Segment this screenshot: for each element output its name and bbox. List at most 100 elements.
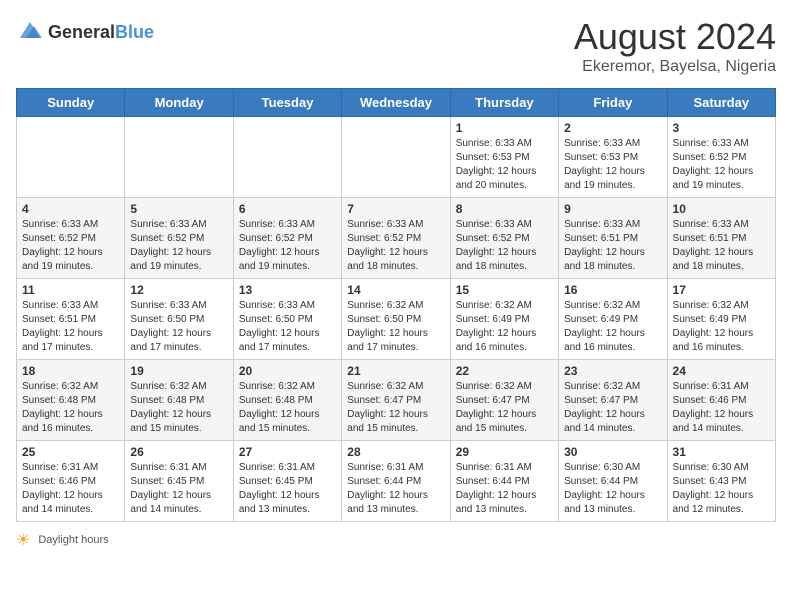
calendar-cell: 31 Sunrise: 6:30 AM Sunset: 6:43 PM Dayli… xyxy=(667,441,775,522)
day-info: Sunrise: 6:32 AM Sunset: 6:48 PM Dayligh… xyxy=(22,381,103,434)
calendar-cell: 20 Sunrise: 6:32 AM Sunset: 6:48 PM Dayli… xyxy=(233,360,341,441)
calendar-cell: 24 Sunrise: 6:31 AM Sunset: 6:46 PM Dayli… xyxy=(667,360,775,441)
daylight-label: Daylight hours xyxy=(38,534,108,546)
day-number: 28 xyxy=(347,445,444,459)
day-number: 17 xyxy=(673,283,770,297)
day-header-saturday: Saturday xyxy=(667,89,775,117)
location: Ekeremor, Bayelsa, Nigeria xyxy=(574,58,776,76)
calendar-week-row: 1Sunrise: 6:33 AM Sunset: 6:53 PM Daylig… xyxy=(17,117,776,198)
calendar-week-row: 11Sunrise: 6:33 AM Sunset: 6:51 PM Dayli… xyxy=(17,279,776,360)
calendar-cell: 4Sunrise: 6:33 AM Sunset: 6:52 PM Daylig… xyxy=(17,198,125,279)
calendar-cell: 23 Sunrise: 6:32 AM Sunset: 6:47 PM Dayli… xyxy=(559,360,667,441)
calendar-cell: 27 Sunrise: 6:31 AM Sunset: 6:45 PM Dayli… xyxy=(233,441,341,522)
day-number: 9 xyxy=(564,202,661,216)
day-info: Sunrise: 6:33 AM Sunset: 6:53 PM Dayligh… xyxy=(456,138,537,191)
day-number: 29 xyxy=(456,445,553,459)
day-number: 20 xyxy=(239,364,336,378)
day-number: 11 xyxy=(22,283,119,297)
calendar-cell: 25Sunrise: 6:31 AM Sunset: 6:46 PM Dayli… xyxy=(17,441,125,522)
calendar-cell: 11Sunrise: 6:33 AM Sunset: 6:51 PM Dayli… xyxy=(17,279,125,360)
day-number: 15 xyxy=(456,283,553,297)
footer: ☀ Daylight hours xyxy=(16,530,776,550)
day-info: Sunrise: 6:32 AM Sunset: 6:47 PM Dayligh… xyxy=(564,381,645,434)
calendar-cell: 7 Sunrise: 6:33 AM Sunset: 6:52 PM Daylig… xyxy=(342,198,450,279)
day-header-tuesday: Tuesday xyxy=(233,89,341,117)
day-info: Sunrise: 6:32 AM Sunset: 6:47 PM Dayligh… xyxy=(347,381,428,434)
calendar-cell xyxy=(17,117,125,198)
day-info: Sunrise: 6:33 AM Sunset: 6:52 PM Dayligh… xyxy=(130,219,211,272)
day-number: 3 xyxy=(673,121,770,135)
day-info: Sunrise: 6:32 AM Sunset: 6:47 PM Dayligh… xyxy=(456,381,537,434)
day-number: 8 xyxy=(456,202,553,216)
day-info: Sunrise: 6:32 AM Sunset: 6:48 PM Dayligh… xyxy=(239,381,320,434)
day-info: Sunrise: 6:31 AM Sunset: 6:45 PM Dayligh… xyxy=(239,462,320,515)
day-info: Sunrise: 6:33 AM Sunset: 6:52 PM Dayligh… xyxy=(239,219,320,272)
calendar-cell: 17 Sunrise: 6:32 AM Sunset: 6:49 PM Dayli… xyxy=(667,279,775,360)
calendar-cell: 1Sunrise: 6:33 AM Sunset: 6:53 PM Daylig… xyxy=(450,117,558,198)
logo: GeneralBlue xyxy=(16,16,154,49)
day-number: 10 xyxy=(673,202,770,216)
day-info: Sunrise: 6:31 AM Sunset: 6:45 PM Dayligh… xyxy=(130,462,211,515)
day-info: Sunrise: 6:30 AM Sunset: 6:43 PM Dayligh… xyxy=(673,462,754,515)
calendar-cell: 21Sunrise: 6:32 AM Sunset: 6:47 PM Dayli… xyxy=(342,360,450,441)
calendar-cell: 14Sunrise: 6:32 AM Sunset: 6:50 PM Dayli… xyxy=(342,279,450,360)
calendar-cell: 22 Sunrise: 6:32 AM Sunset: 6:47 PM Dayli… xyxy=(450,360,558,441)
calendar-cell: 30 Sunrise: 6:30 AM Sunset: 6:44 PM Dayli… xyxy=(559,441,667,522)
day-number: 7 xyxy=(347,202,444,216)
day-number: 16 xyxy=(564,283,661,297)
day-header-monday: Monday xyxy=(125,89,233,117)
month-year: August 2024 xyxy=(574,16,776,58)
day-info: Sunrise: 6:30 AM Sunset: 6:44 PM Dayligh… xyxy=(564,462,645,515)
title-area: August 2024 Ekeremor, Bayelsa, Nigeria xyxy=(574,16,776,76)
day-number: 13 xyxy=(239,283,336,297)
day-number: 6 xyxy=(239,202,336,216)
calendar-cell: 6 Sunrise: 6:33 AM Sunset: 6:52 PM Daylig… xyxy=(233,198,341,279)
day-number: 31 xyxy=(673,445,770,459)
day-number: 19 xyxy=(130,364,227,378)
day-number: 22 xyxy=(456,364,553,378)
day-info: Sunrise: 6:33 AM Sunset: 6:52 PM Dayligh… xyxy=(673,138,754,191)
calendar-cell: 28 Sunrise: 6:31 AM Sunset: 6:44 PM Dayli… xyxy=(342,441,450,522)
day-number: 24 xyxy=(673,364,770,378)
calendar-header-row: SundayMondayTuesdayWednesdayThursdayFrid… xyxy=(17,89,776,117)
day-info: Sunrise: 6:32 AM Sunset: 6:50 PM Dayligh… xyxy=(347,300,428,353)
calendar-week-row: 18 Sunrise: 6:32 AM Sunset: 6:48 PM Dayli… xyxy=(17,360,776,441)
day-info: Sunrise: 6:32 AM Sunset: 6:49 PM Dayligh… xyxy=(564,300,645,353)
logo-general-text: General xyxy=(48,22,115,42)
calendar-cell: 2Sunrise: 6:33 AM Sunset: 6:53 PM Daylig… xyxy=(559,117,667,198)
calendar-cell: 3 Sunrise: 6:33 AM Sunset: 6:52 PM Daylig… xyxy=(667,117,775,198)
day-info: Sunrise: 6:31 AM Sunset: 6:46 PM Dayligh… xyxy=(673,381,754,434)
calendar-cell: 10 Sunrise: 6:33 AM Sunset: 6:51 PM Dayli… xyxy=(667,198,775,279)
day-info: Sunrise: 6:31 AM Sunset: 6:44 PM Dayligh… xyxy=(347,462,428,515)
day-header-sunday: Sunday xyxy=(17,89,125,117)
day-number: 4 xyxy=(22,202,119,216)
day-info: Sunrise: 6:33 AM Sunset: 6:51 PM Dayligh… xyxy=(673,219,754,272)
calendar-table: SundayMondayTuesdayWednesdayThursdayFrid… xyxy=(16,88,776,522)
calendar-cell: 29Sunrise: 6:31 AM Sunset: 6:44 PM Dayli… xyxy=(450,441,558,522)
logo-general: GeneralBlue xyxy=(48,22,154,43)
day-number: 27 xyxy=(239,445,336,459)
calendar-cell: 26 Sunrise: 6:31 AM Sunset: 6:45 PM Dayli… xyxy=(125,441,233,522)
calendar-cell: 15Sunrise: 6:32 AM Sunset: 6:49 PM Dayli… xyxy=(450,279,558,360)
day-info: Sunrise: 6:33 AM Sunset: 6:52 PM Dayligh… xyxy=(456,219,537,272)
calendar-week-row: 25Sunrise: 6:31 AM Sunset: 6:46 PM Dayli… xyxy=(17,441,776,522)
calendar-cell: 5Sunrise: 6:33 AM Sunset: 6:52 PM Daylig… xyxy=(125,198,233,279)
sun-icon: ☀ xyxy=(16,530,30,550)
calendar-cell: 9Sunrise: 6:33 AM Sunset: 6:51 PM Daylig… xyxy=(559,198,667,279)
calendar-cell: 16 Sunrise: 6:32 AM Sunset: 6:49 PM Dayli… xyxy=(559,279,667,360)
day-info: Sunrise: 6:33 AM Sunset: 6:52 PM Dayligh… xyxy=(347,219,428,272)
day-number: 18 xyxy=(22,364,119,378)
day-info: Sunrise: 6:32 AM Sunset: 6:48 PM Dayligh… xyxy=(130,381,211,434)
day-number: 26 xyxy=(130,445,227,459)
logo-blue-text: Blue xyxy=(115,22,154,42)
calendar-cell: 18 Sunrise: 6:32 AM Sunset: 6:48 PM Dayli… xyxy=(17,360,125,441)
day-header-friday: Friday xyxy=(559,89,667,117)
logo-text: GeneralBlue xyxy=(48,22,154,43)
calendar-cell xyxy=(233,117,341,198)
day-header-wednesday: Wednesday xyxy=(342,89,450,117)
day-number: 25 xyxy=(22,445,119,459)
day-number: 30 xyxy=(564,445,661,459)
day-info: Sunrise: 6:32 AM Sunset: 6:49 PM Dayligh… xyxy=(673,300,754,353)
calendar-cell xyxy=(342,117,450,198)
day-number: 23 xyxy=(564,364,661,378)
